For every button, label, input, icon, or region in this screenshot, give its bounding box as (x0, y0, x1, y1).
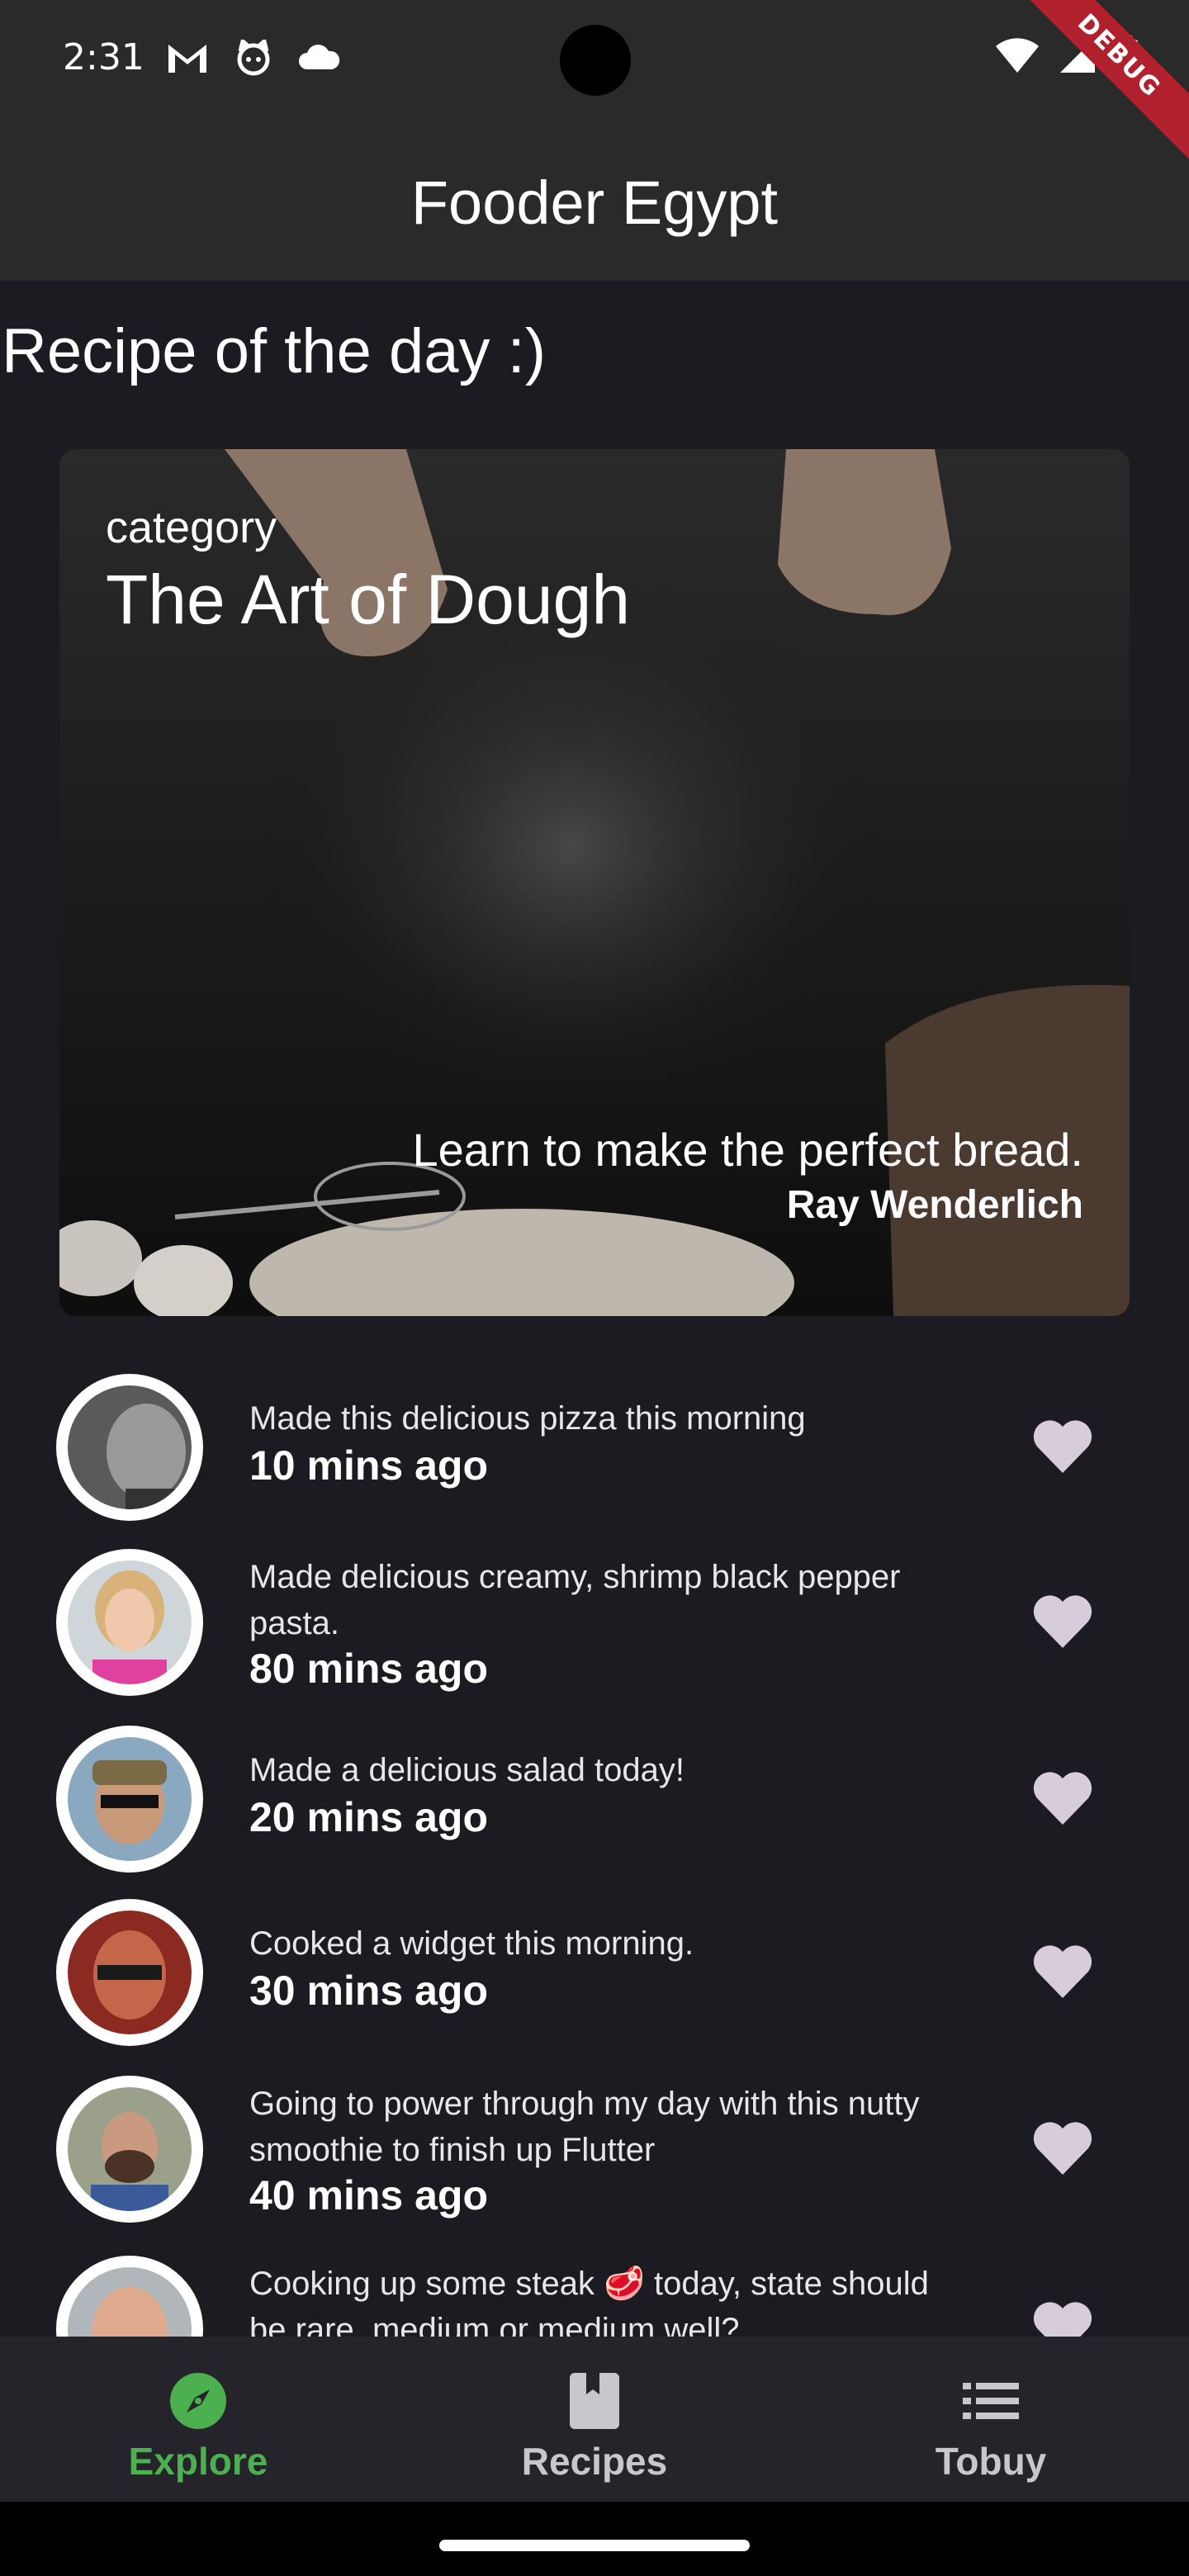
avatar-woman-glasses-image (68, 1560, 192, 1684)
post-time: 30 mins ago (249, 1968, 488, 2014)
gmail-icon (168, 45, 206, 73)
recipe-of-the-day-heading: Recipe of the day :) (2, 316, 547, 386)
compass-icon (170, 2373, 226, 2429)
avatar-man-grayscale-image (68, 1385, 192, 1509)
post-text: Cooked a widget this morning. (249, 1925, 694, 1962)
list-icon (963, 2383, 1019, 2419)
heart-icon[interactable] (1032, 1418, 1093, 1475)
post-text: Made this delicious pizza this morning (249, 1400, 806, 1437)
nav-item-recipes[interactable]: Recipes (396, 2337, 793, 2502)
app-title: Fooder Egypt (410, 168, 779, 237)
post-text: Going to power through my day with this … (249, 2086, 920, 2168)
post-text: Cooking up some steak 🥩 today, state sho… (249, 2266, 929, 2337)
featured-recipe-card[interactable]: category The Art of Dough Learn to make … (59, 449, 1130, 1316)
avatar (56, 1899, 203, 2046)
wifi-icon (996, 38, 1039, 73)
card-description: Learn to make the perfect bread. (412, 1124, 1084, 1176)
post-time: 20 mins ago (249, 1794, 488, 1840)
avatar (56, 1374, 203, 1521)
bottom-navigation-bar: Explore Recipes Tobuy (0, 2337, 1189, 2502)
cat-face-icon (237, 40, 270, 76)
camera-cutout (560, 25, 631, 96)
post-time: 10 mins ago (249, 1442, 488, 1489)
status-notification-icons (165, 40, 342, 76)
avatar (56, 1549, 203, 1696)
book-icon (570, 2373, 619, 2429)
avatar-man-bald-image (68, 2267, 192, 2337)
nav-label-explore: Explore (128, 2440, 268, 2483)
post-text: Made a delicious salad today! (249, 1752, 685, 1788)
status-time: 2:31 (63, 36, 144, 78)
nav-item-tobuy[interactable]: Tobuy (793, 2337, 1189, 2502)
avatar (56, 2076, 203, 2223)
app-bar: Fooder Egypt (0, 124, 1189, 281)
heart-icon[interactable] (1032, 1593, 1093, 1650)
avatar (56, 2256, 203, 2337)
friend-post-list[interactable]: Made this delicious pizza this morning 1… (0, 1362, 1189, 2337)
system-gesture-area (0, 2502, 1189, 2576)
avatar-man-sunglasses-image (68, 1737, 192, 1861)
status-bar: 2:31 (0, 0, 1189, 124)
app-screen: 2:31 DEBUG Fooder Egypt Recipe of the da… (0, 0, 1189, 2576)
post-time: 40 mins ago (249, 2172, 488, 2218)
post-time: 80 mins ago (249, 1646, 488, 1692)
heart-icon[interactable] (1032, 1770, 1093, 1826)
post-text: Made delicious creamy, shrimp black pepp… (249, 1559, 901, 1641)
avatar-man-red-glasses-image (68, 1911, 192, 2034)
home-gesture-bar[interactable] (439, 2540, 750, 2551)
heart-icon[interactable] (1032, 1944, 1093, 2000)
nav-label-recipes: Recipes (521, 2440, 668, 2483)
nav-item-explore[interactable]: Explore (0, 2337, 396, 2502)
avatar-man-beard-image (68, 2087, 192, 2211)
nav-label-tobuy: Tobuy (935, 2440, 1047, 2483)
heart-icon[interactable] (1032, 2120, 1093, 2176)
avatar (56, 1726, 203, 1873)
card-title: The Art of Dough (106, 561, 631, 638)
heart-icon[interactable] (1032, 2300, 1093, 2337)
card-category: category (106, 503, 277, 552)
cloud-icon (299, 45, 340, 69)
card-author: Ray Wenderlich (786, 1183, 1083, 1227)
